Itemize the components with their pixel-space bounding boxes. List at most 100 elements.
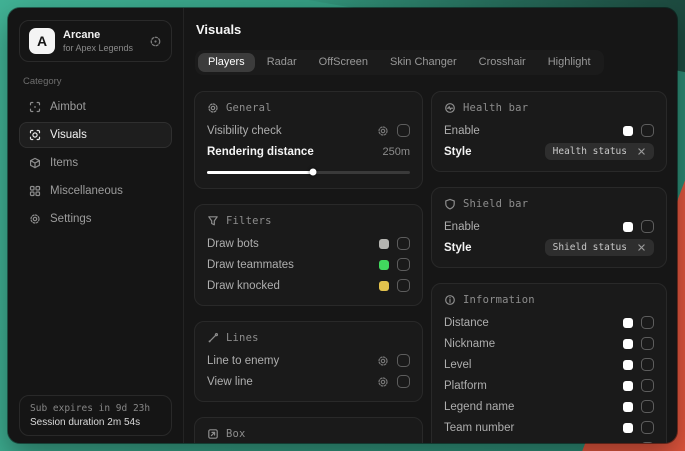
- draw-bots-color-swatch[interactable]: [379, 239, 389, 249]
- sidebar-item-label: Miscellaneous: [50, 185, 123, 197]
- row-weapon-in-hands: Weapon in hands: [444, 438, 654, 443]
- nickname-checkbox[interactable]: [641, 337, 654, 350]
- row-controls: [623, 316, 654, 329]
- row-label-distance: Distance: [444, 317, 489, 329]
- draw-teammates-checkbox[interactable]: [397, 258, 410, 271]
- reticle-icon[interactable]: [149, 35, 162, 48]
- slider-thumb[interactable]: [309, 169, 316, 176]
- panel-shield-bar: Shield barEnableStyleShield status: [431, 187, 667, 268]
- style-select[interactable]: Health status: [545, 143, 654, 160]
- tab-players[interactable]: Players: [198, 53, 255, 72]
- tab-bar: PlayersRadarOffScreenSkin ChangerCrossha…: [195, 50, 604, 75]
- view-line-gear-icon[interactable]: [377, 376, 389, 388]
- draw-bots-checkbox[interactable]: [397, 237, 410, 250]
- right-column: Health barEnableStyleHealth statusShield…: [431, 91, 667, 443]
- brand-text: Arcane for Apex Legends: [63, 29, 133, 53]
- row-label-draw-teammates: Draw teammates: [207, 259, 294, 271]
- distance-color-swatch[interactable]: [623, 318, 633, 328]
- box-icon: [207, 428, 219, 440]
- row-visibility-check: Visibility check: [207, 120, 410, 141]
- level-color-swatch[interactable]: [623, 360, 633, 370]
- legend-name-color-swatch[interactable]: [623, 402, 633, 412]
- visibility-check-checkbox[interactable]: [397, 124, 410, 137]
- row-controls: [379, 258, 410, 271]
- row-controls: [377, 375, 410, 388]
- row-team-number: Team number: [444, 417, 654, 438]
- panel-title: Health bar: [463, 102, 528, 114]
- panel-lines: Lines Line to enemyView line: [194, 321, 423, 402]
- row-controls: [377, 124, 410, 137]
- left-column: GeneralVisibility checkRendering distanc…: [194, 91, 423, 443]
- sidebar: A Arcane for Apex Legends Category Aimbo…: [8, 8, 184, 443]
- visibility-check-gear-icon[interactable]: [377, 125, 389, 137]
- nickname-color-swatch[interactable]: [623, 339, 633, 349]
- weapon-in-hands-checkbox[interactable]: [641, 442, 654, 443]
- panel-header: Information: [444, 294, 654, 306]
- platform-color-swatch[interactable]: [623, 381, 633, 391]
- line-to-enemy-checkbox[interactable]: [397, 354, 410, 367]
- sidebar-item-items[interactable]: Items: [19, 150, 172, 176]
- app-window: A Arcane for Apex Legends Category Aimbo…: [8, 8, 677, 443]
- clear-icon[interactable]: [637, 243, 646, 252]
- enable-checkbox[interactable]: [641, 220, 654, 233]
- panel-columns: GeneralVisibility checkRendering distanc…: [194, 91, 667, 443]
- row-line-to-enemy: Line to enemy: [207, 350, 410, 371]
- row-label-draw-bots: Draw bots: [207, 238, 259, 250]
- clear-icon[interactable]: [637, 147, 646, 156]
- tab-crosshair[interactable]: Crosshair: [469, 53, 536, 72]
- draw-knocked-checkbox[interactable]: [397, 279, 410, 292]
- row-label-enable: Enable: [444, 125, 480, 137]
- panel-header: Filters: [207, 215, 410, 227]
- enable-checkbox[interactable]: [641, 124, 654, 137]
- select-value: Shield status: [553, 242, 627, 253]
- row-label-legend-name: Legend name: [444, 401, 514, 413]
- tab-skin-changer[interactable]: Skin Changer: [380, 53, 467, 72]
- sidebar-item-visuals[interactable]: Visuals: [19, 122, 172, 148]
- scan-icon: [29, 129, 41, 141]
- app-subtitle: for Apex Legends: [63, 43, 133, 53]
- enable-color-swatch[interactable]: [623, 222, 633, 232]
- enable-color-swatch[interactable]: [623, 126, 633, 136]
- panel-title: Filters: [226, 215, 272, 227]
- sidebar-item-aimbot[interactable]: Aimbot: [19, 94, 172, 120]
- panel-filters: Filters Draw bots Draw teammates Draw knock…: [194, 204, 423, 306]
- panel-information: InformationDistanceNicknameLevelPlatform…: [431, 283, 667, 443]
- sidebar-item-miscellaneous[interactable]: Miscellaneous: [19, 178, 172, 204]
- draw-teammates-color-swatch[interactable]: [379, 260, 389, 270]
- team-number-color-swatch[interactable]: [623, 423, 633, 433]
- style-select[interactable]: Shield status: [545, 239, 654, 256]
- category-label: Category: [23, 76, 168, 87]
- row-label-nickname: Nickname: [444, 338, 495, 350]
- row-label-weapon-in-hands: Weapon in hands: [444, 443, 533, 444]
- brand-card: A Arcane for Apex Legends: [19, 20, 172, 62]
- row-legend-name: Legend name: [444, 396, 654, 417]
- line-to-enemy-gear-icon[interactable]: [377, 355, 389, 367]
- panel-title: Shield bar: [463, 198, 528, 210]
- row-label-style: Style: [444, 242, 472, 254]
- funnel-icon: [207, 215, 219, 227]
- row-style: StyleHealth status: [444, 141, 654, 162]
- tab-offscreen[interactable]: OffScreen: [309, 53, 378, 72]
- tab-highlight[interactable]: Highlight: [538, 53, 601, 72]
- distance-checkbox[interactable]: [641, 316, 654, 329]
- sidebar-item-label: Items: [50, 157, 78, 169]
- panel-title: Box: [226, 428, 246, 440]
- row-label-draw-knocked: Draw knocked: [207, 280, 280, 292]
- team-number-checkbox[interactable]: [641, 421, 654, 434]
- panel-title: Lines: [226, 332, 259, 344]
- sidebar-item-label: Aimbot: [50, 101, 86, 113]
- draw-knocked-color-swatch[interactable]: [379, 281, 389, 291]
- view-line-checkbox[interactable]: [397, 375, 410, 388]
- tab-radar[interactable]: Radar: [257, 53, 307, 72]
- legend-name-checkbox[interactable]: [641, 400, 654, 413]
- row-controls: [379, 237, 410, 250]
- level-checkbox[interactable]: [641, 358, 654, 371]
- row-controls: [377, 354, 410, 367]
- row-view-line: View line: [207, 371, 410, 392]
- row-label-level: Level: [444, 359, 472, 371]
- main-content: Visuals PlayersRadarOffScreenSkin Change…: [184, 8, 677, 443]
- slider-track[interactable]: [207, 171, 410, 174]
- sidebar-item-settings[interactable]: Settings: [19, 206, 172, 232]
- platform-checkbox[interactable]: [641, 379, 654, 392]
- rendering-distance-slider[interactable]: [207, 167, 410, 177]
